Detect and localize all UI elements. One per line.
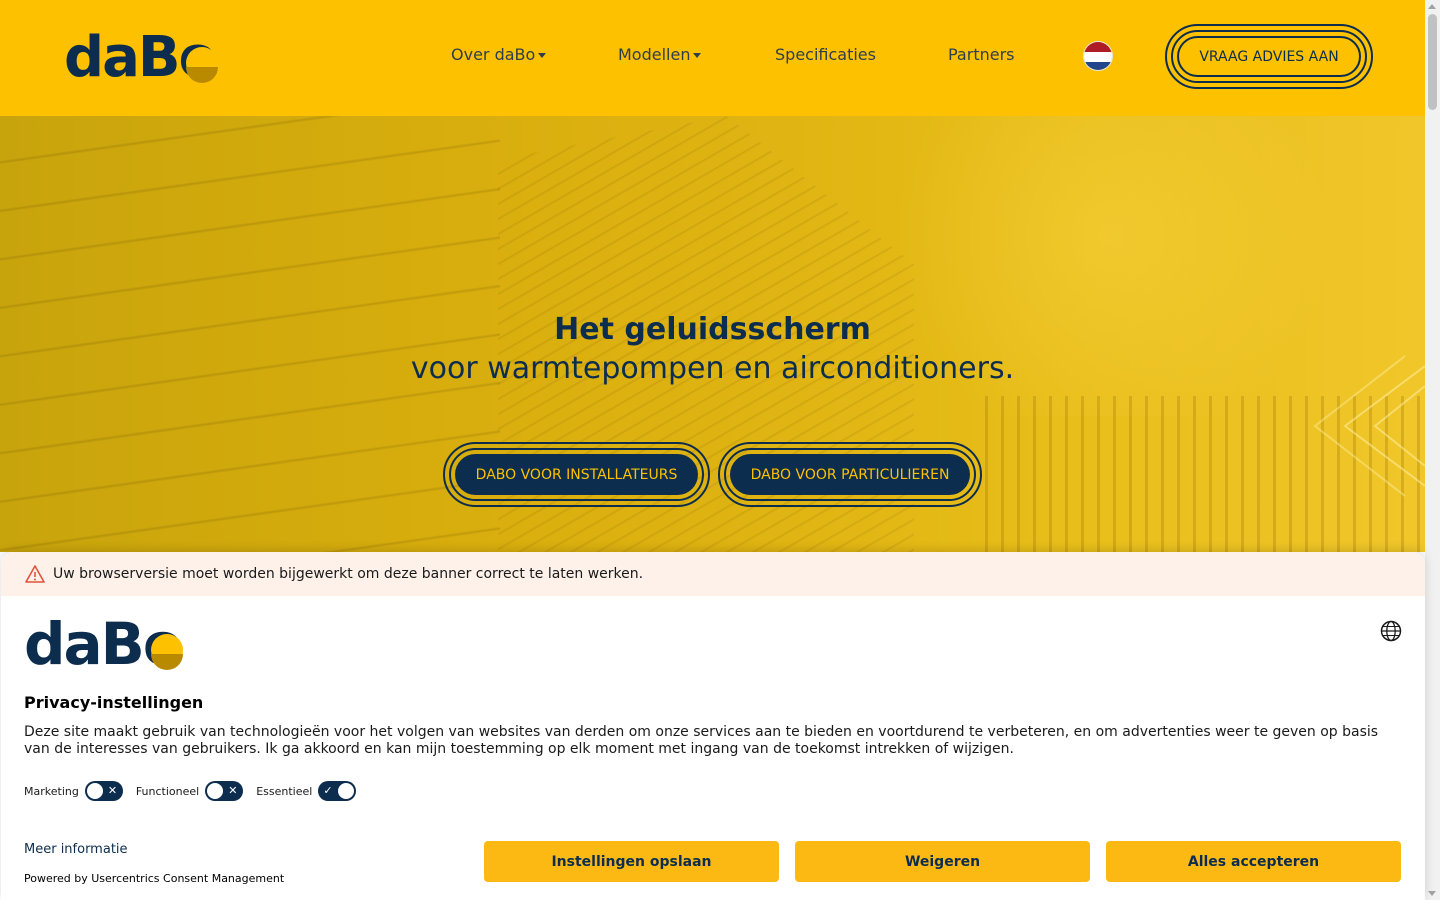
toggle-label-functioneel: Functioneel (135, 784, 200, 798)
button-ring: VRAAG ADVIES AAN (1171, 30, 1367, 83)
essential-toggle: ✓ (318, 781, 357, 801)
toggle-label-marketing: Marketing (24, 784, 79, 798)
accept-all-button[interactable]: Alles accepteren (1106, 841, 1401, 882)
hero-subtitle: voor warmtepompen en airconditioners. (410, 351, 1015, 386)
deny-button[interactable]: Weigeren (795, 841, 1090, 882)
consent-logo: daBo (24, 610, 189, 678)
site-header: daBo Over daBo Modellen Specificaties Pa… (0, 0, 1425, 116)
consent-title: Privacy-instellingen (24, 693, 204, 712)
dabo-logo-mark: daBo (24, 610, 183, 678)
cookie-consent-banner: Uw browserversie moet worden bijgewerkt … (1, 552, 1425, 900)
nav-over-dabo[interactable]: Over daBo (451, 44, 547, 66)
consent-description: Deze site maakt gebruik van technologieë… (24, 724, 1379, 757)
button-ring: DABO VOOR INSTALLATEURS (449, 448, 704, 501)
installers-button-label: DABO VOOR INSTALLATEURS (455, 454, 698, 495)
scroll-down-arrow-icon[interactable] (1428, 891, 1436, 896)
nav-modellen[interactable]: Modellen (618, 44, 702, 66)
warning-triangle-icon (25, 565, 45, 583)
nav-partners[interactable]: Partners (948, 44, 1014, 66)
browser-warning-text: Uw browserversie moet worden bijgewerkt … (53, 566, 644, 582)
installers-button[interactable]: DABO VOOR INSTALLATEURS (443, 442, 710, 507)
toggle-off-x-icon: ✕ (107, 784, 118, 797)
scroll-thumb[interactable] (1428, 14, 1437, 110)
hero-title: Het geluidsscherm (554, 312, 871, 347)
toggle-off-x-icon: ✕ (228, 784, 238, 797)
dabo-logo-mark: daBo (64, 25, 218, 90)
functional-toggle[interactable]: ✕ (205, 781, 244, 801)
powered-by-text: Powered by Usercentrics Consent Manageme… (24, 872, 285, 885)
request-advice-button[interactable]: VRAAG ADVIES AAN (1165, 24, 1373, 89)
nav-label: Over daBo (451, 45, 536, 64)
marketing-toggle[interactable]: ✕ (84, 781, 123, 801)
chevron-down-icon (538, 53, 547, 58)
nav-label: Specificaties (775, 45, 876, 64)
browser-warning-bar: Uw browserversie moet worden bijgewerkt … (1, 552, 1425, 596)
dabo-logo[interactable]: daBo (64, 25, 224, 90)
button-ring: DABO VOOR PARTICULIEREN (724, 448, 976, 501)
netherlands-flag-icon[interactable] (1083, 41, 1113, 71)
toggle-on-check-icon: ✓ (323, 784, 333, 797)
individuals-button-label: DABO VOOR PARTICULIEREN (730, 454, 970, 495)
toggle-knob (207, 783, 224, 799)
language-globe-icon[interactable] (1380, 620, 1402, 642)
scroll-up-arrow-icon[interactable] (1428, 4, 1436, 9)
nav-label: Modellen (618, 45, 691, 64)
toggle-label-essentieel: Essentieel (256, 784, 313, 798)
more-information-link[interactable]: Meer informatie (24, 842, 128, 857)
chevron-down-icon (693, 53, 702, 58)
consent-toggles: Marketing ✕ Functioneel ✕ Essentieel ✓ (24, 781, 369, 801)
hero-section: Het geluidsscherm voor warmtepompen en a… (0, 116, 1425, 552)
nav-specificaties[interactable]: Specificaties (775, 44, 876, 66)
individuals-button[interactable]: DABO VOOR PARTICULIEREN (718, 442, 982, 507)
toggle-knob (338, 783, 355, 799)
save-settings-button[interactable]: Instellingen opslaan (484, 841, 779, 882)
page-scrollbar[interactable] (1425, 0, 1440, 900)
request-advice-label: VRAAG ADVIES AAN (1177, 36, 1361, 77)
toggle-knob (86, 783, 103, 799)
nav-label: Partners (948, 45, 1015, 64)
